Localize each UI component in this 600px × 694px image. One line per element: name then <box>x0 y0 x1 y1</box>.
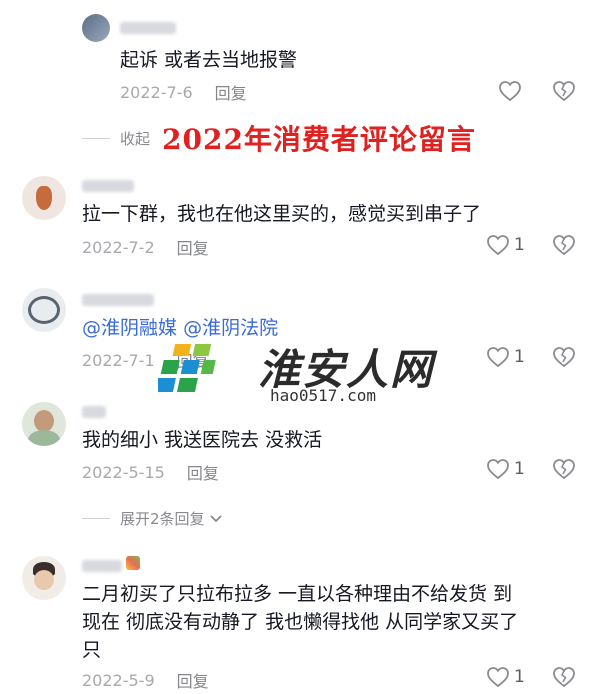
like-button[interactable]: 1 <box>486 458 525 480</box>
like-count: 1 <box>514 667 525 687</box>
comment-date: 2022-7-1 <box>82 350 155 370</box>
divider <box>82 138 110 139</box>
comment-date: 2022-7-6 <box>120 82 193 102</box>
heart-icon <box>487 459 509 480</box>
like-button[interactable]: 1 <box>486 346 525 368</box>
comment-text: 我的细小 我送医院去 没救活 <box>82 429 323 451</box>
user-badge <box>126 556 140 570</box>
avatar[interactable] <box>22 556 66 600</box>
comment-line: 二月初买了只拉布拉多 一直以各种理由不给发货 到 <box>82 583 513 605</box>
chevron-down-icon <box>209 514 222 522</box>
username-blurred[interactable] <box>82 294 154 306</box>
avatar[interactable] <box>22 288 66 332</box>
dislike-button[interactable] <box>552 458 576 480</box>
comment-line: 只 <box>82 639 102 661</box>
comment-text: 拉一下群，我也在他这里买的，感觉买到串子了 <box>82 203 482 225</box>
broken-heart-icon <box>553 81 575 102</box>
username-blurred[interactable] <box>82 406 106 418</box>
dislike-button[interactable] <box>552 234 576 256</box>
heart-icon <box>499 81 521 102</box>
expand-replies-button[interactable]: 展开2条回复 <box>82 508 223 529</box>
comment-line: 现在 彻底没有动静了 我也懒得找他 从同学家又买了 <box>82 611 519 633</box>
heart-icon <box>487 235 509 256</box>
mention-link[interactable]: @淮阴融媒 <box>82 317 177 339</box>
watermark-url: hao0517.com <box>270 386 376 405</box>
broken-heart-icon <box>553 235 575 256</box>
comment-meta: 2022-7-6 回复 <box>120 80 247 104</box>
like-count: 1 <box>514 459 525 479</box>
comment-text: 二月初买了只拉布拉多 一直以各种理由不给发货 到 现在 彻底没有动静了 我也懒得… <box>82 580 572 664</box>
avatar[interactable] <box>22 402 66 446</box>
comment-date: 2022-5-15 <box>82 462 165 482</box>
dislike-button[interactable] <box>552 80 576 102</box>
comment-meta: 2022-5-15 回复 <box>82 460 219 484</box>
like-button[interactable]: 1 <box>486 666 525 688</box>
comment-text: @淮阴融媒 @淮阴法院 <box>82 314 278 342</box>
reply-button[interactable]: 回复 <box>177 235 209 259</box>
expand-label: 展开2条回复 <box>120 510 205 528</box>
reply-button[interactable]: 回复 <box>177 668 209 692</box>
broken-heart-icon <box>553 667 575 688</box>
comment-date: 2022-5-9 <box>82 670 155 690</box>
username-blurred[interactable] <box>82 180 134 192</box>
like-button[interactable]: 1 <box>486 234 525 256</box>
comment-meta: 2022-7-2 回复 <box>82 235 209 259</box>
reply-button[interactable]: 回复 <box>215 80 247 104</box>
watermark-logo-icon <box>158 344 216 392</box>
dislike-button[interactable] <box>552 666 576 688</box>
reply-button[interactable]: 回复 <box>187 460 219 484</box>
like-count: 1 <box>514 235 525 255</box>
avatar[interactable] <box>22 176 66 220</box>
comment-date: 2022-7-2 <box>82 237 155 257</box>
broken-heart-icon <box>553 347 575 368</box>
watermark: 淮安人网 hao0517.com <box>158 340 448 410</box>
like-button[interactable] <box>498 80 522 102</box>
username-blurred[interactable] <box>82 560 122 572</box>
divider <box>82 518 110 519</box>
collapse-replies-button[interactable]: 收起 <box>82 128 150 149</box>
annotation-title: 2022年消费者评论留言 <box>162 123 476 156</box>
heart-icon <box>487 667 509 688</box>
broken-heart-icon <box>553 459 575 480</box>
comment-meta: 2022-5-9 回复 <box>82 668 209 692</box>
username-blurred[interactable] <box>120 22 176 34</box>
collapse-label: 收起 <box>120 130 151 148</box>
dislike-button[interactable] <box>552 346 576 368</box>
like-count: 1 <box>514 347 525 367</box>
comment-text: 起诉 或者去当地报警 <box>120 49 298 71</box>
avatar[interactable] <box>82 14 110 42</box>
heart-icon <box>487 347 509 368</box>
